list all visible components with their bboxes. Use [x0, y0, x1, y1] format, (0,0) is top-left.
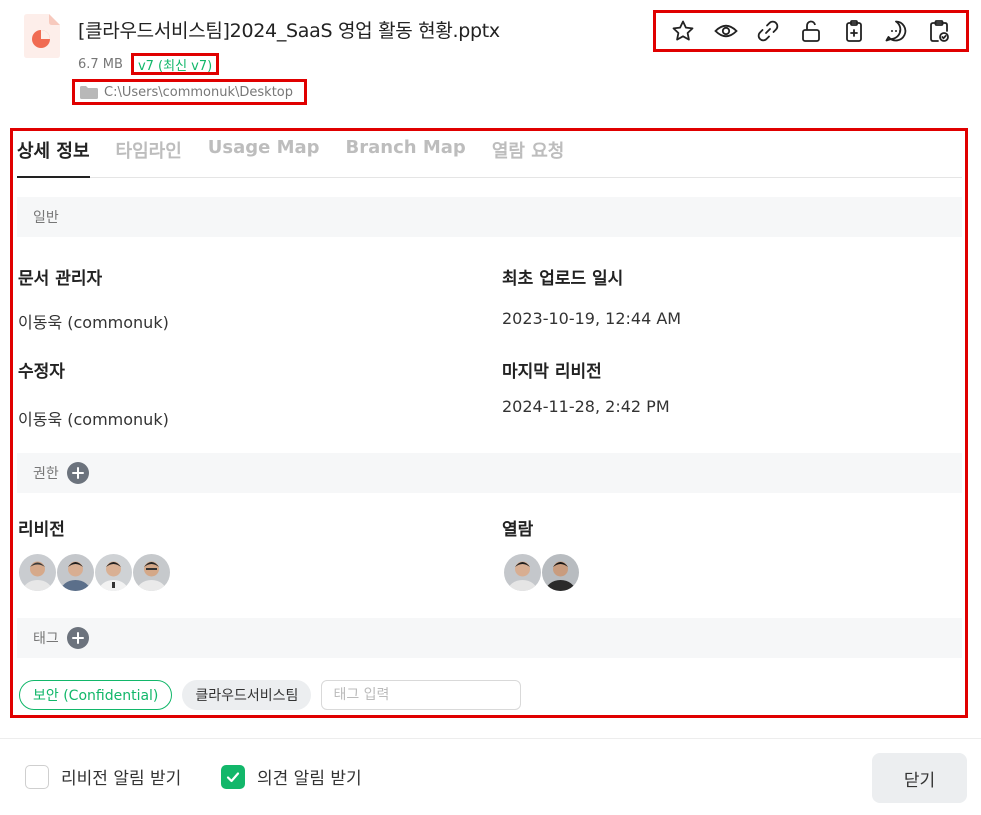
last-revision-label: 마지막 리비전	[502, 362, 602, 382]
section-general-label: 일반	[33, 210, 59, 226]
tag-list: 보안 (Confidential) 클라우드서비스팀	[19, 680, 522, 710]
add-permission-button[interactable]	[66, 462, 89, 484]
section-general: 일반	[17, 197, 962, 237]
view-label: 열람	[502, 520, 534, 540]
comment-alert-toggle[interactable]: 의견 알림 받기	[221, 764, 362, 789]
avatar[interactable]	[133, 554, 170, 591]
avatar[interactable]	[57, 554, 94, 591]
avatar[interactable]	[542, 554, 579, 591]
version-badge[interactable]: v7 (최신 v7)	[130, 53, 220, 75]
tab-bar: 상세 정보 타임라인 Usage Map Branch Map 열람 요청	[17, 131, 962, 178]
manager-value: 이동욱 (commonuk)	[18, 313, 169, 332]
section-permission-label: 권한	[33, 466, 59, 482]
first-upload-value: 2023-10-19, 12:44 AM	[502, 309, 682, 328]
file-size: 6.7 MB	[78, 56, 123, 72]
close-button[interactable]: 닫기	[872, 753, 967, 803]
comment-alert-label: 의견 알림 받기	[257, 769, 362, 789]
view-avatars	[504, 554, 579, 591]
tab-view-request[interactable]: 열람 요청	[492, 131, 565, 178]
avatar[interactable]	[95, 554, 132, 591]
tab-usage-map[interactable]: Usage Map	[208, 131, 320, 178]
revision-avatars	[19, 554, 170, 591]
editor-label: 수정자	[18, 362, 65, 382]
file-path-text: C:\Users\commonuk\Desktop	[104, 84, 294, 100]
add-tag-button[interactable]	[66, 627, 89, 649]
tag-chip-team[interactable]: 클라우드서비스팀	[182, 680, 312, 710]
first-upload-label: 최초 업로드 일시	[502, 269, 624, 289]
link-icon[interactable]	[755, 18, 781, 44]
editor-value: 이동욱 (commonuk)	[18, 410, 169, 429]
plus-icon	[71, 632, 84, 644]
section-tag-label: 태그	[33, 631, 59, 647]
star-icon[interactable]	[670, 18, 696, 44]
clipboard-check-icon[interactable]	[926, 18, 952, 44]
tab-branch-map[interactable]: Branch Map	[346, 131, 466, 178]
tag-input[interactable]	[321, 680, 522, 710]
revision-alert-label: 리비전 알림 받기	[61, 769, 182, 789]
folder-icon	[80, 85, 98, 99]
tab-details[interactable]: 상세 정보	[17, 131, 90, 178]
file-meta: 6.7 MB v7 (최신 v7)	[78, 53, 220, 75]
footer-divider	[0, 738, 981, 739]
version-text: v7 (최신 v7)	[137, 58, 213, 74]
file-path[interactable]: C:\Users\commonuk\Desktop	[72, 79, 307, 105]
detail-panel: 상세 정보 타임라인 Usage Map Branch Map 열람 요청 일반…	[10, 128, 968, 718]
avatar[interactable]	[504, 554, 541, 591]
powerpoint-file-icon	[24, 14, 60, 58]
revision-alert-toggle[interactable]: 리비전 알림 받기	[25, 764, 181, 789]
comment-icon[interactable]	[883, 18, 909, 44]
tag-chip-confidential[interactable]: 보안 (Confidential)	[19, 680, 173, 710]
avatar[interactable]	[19, 554, 56, 591]
section-permission: 권한	[17, 453, 962, 493]
file-toolbar	[653, 10, 969, 52]
plus-icon	[71, 467, 84, 479]
clipboard-plus-icon[interactable]	[841, 18, 867, 44]
unlock-icon[interactable]	[798, 18, 824, 44]
last-revision-value: 2024-11-28, 2:42 PM	[502, 397, 670, 416]
revision-alert-checkbox[interactable]	[25, 764, 49, 789]
eye-icon[interactable]	[713, 18, 739, 44]
section-tag: 태그	[17, 618, 962, 658]
revision-label: 리비전	[18, 520, 65, 540]
checkmark-icon	[226, 771, 240, 782]
comment-alert-checkbox[interactable]	[221, 764, 245, 789]
file-title: [클라우드서비스팀]2024_SaaS 영업 활동 현황.pptx	[78, 20, 500, 42]
manager-label: 문서 관리자	[18, 269, 103, 289]
tab-timeline[interactable]: 타임라인	[116, 131, 182, 178]
